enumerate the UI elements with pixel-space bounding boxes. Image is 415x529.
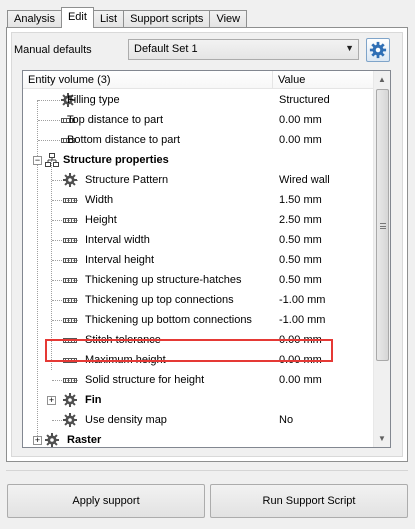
highlight-annotation-box <box>45 339 333 362</box>
expand-toggle[interactable]: + <box>47 396 56 405</box>
expand-toggle[interactable]: + <box>33 436 42 445</box>
structure-icon <box>45 153 59 167</box>
tab-edit[interactable]: Edit <box>60 7 94 28</box>
property-group-label: Fin <box>85 394 102 406</box>
property-label: Solid structure for height <box>85 374 205 386</box>
gear-icon <box>63 413 77 427</box>
property-row-thickening-structure-hatches[interactable]: Thickening up structure-hatches 0.50 mm <box>23 270 375 290</box>
separator <box>6 470 408 471</box>
property-value[interactable]: 0.00 mm <box>279 114 322 126</box>
gear-icon <box>369 41 387 59</box>
property-row-interval-height[interactable]: Interval height 0.50 mm <box>23 250 375 270</box>
property-row-height[interactable]: Height 2.50 mm <box>23 210 375 230</box>
property-value[interactable]: Wired wall <box>279 174 330 186</box>
tree-connector <box>38 120 60 121</box>
property-value[interactable]: 0.50 mm <box>279 234 322 246</box>
property-value[interactable]: -1.00 mm <box>279 314 325 326</box>
property-value[interactable]: No <box>279 414 293 426</box>
tab-support-scripts[interactable]: Support scripts <box>123 10 211 28</box>
property-value[interactable]: 0.00 mm <box>279 374 322 386</box>
tree-connector <box>38 100 60 101</box>
property-value[interactable]: 0.00 mm <box>279 134 322 146</box>
ruler-icon <box>63 198 77 203</box>
property-row-filling-type[interactable]: Filling type Structured <box>23 90 375 110</box>
scroll-down-icon[interactable]: ▼ <box>374 430 390 447</box>
property-value[interactable]: 2.50 mm <box>279 214 322 226</box>
property-group-label: Raster <box>67 434 102 446</box>
property-row-solid-structure-height[interactable]: Solid structure for height 0.00 mm <box>23 370 375 390</box>
property-group-raster[interactable]: + Raster <box>23 430 375 447</box>
ruler-icon <box>63 238 77 243</box>
property-label: Structure Pattern <box>85 174 169 186</box>
defaults-select-value: Default Set 1 <box>134 43 198 55</box>
property-row-structure-pattern[interactable]: Structure Pattern Wired wall <box>23 170 375 190</box>
tab-view[interactable]: View <box>209 10 248 28</box>
run-support-script-button[interactable]: Run Support Script <box>210 484 408 518</box>
manual-defaults-label: Manual defaults <box>14 44 92 56</box>
property-label: Width <box>85 194 114 206</box>
column-header-entity[interactable]: Entity volume (3) <box>23 71 273 88</box>
property-row-interval-width[interactable]: Interval width 0.50 mm <box>23 230 375 250</box>
ruler-icon <box>63 278 77 283</box>
defaults-select[interactable]: Default Set 1 ▼ <box>128 39 359 60</box>
grid-rows: Filling type Structured Top distance to … <box>23 90 375 447</box>
property-value[interactable]: Structured <box>279 94 330 106</box>
property-label: Top distance to part <box>67 114 164 126</box>
ruler-icon <box>63 218 77 223</box>
tab-analysis[interactable]: Analysis <box>7 10 62 28</box>
collapse-toggle[interactable]: − <box>33 156 42 165</box>
grip-icon <box>380 223 386 229</box>
property-value[interactable]: 1.50 mm <box>279 194 322 206</box>
apply-support-button[interactable]: Apply support <box>7 484 205 518</box>
tree-connector <box>52 420 62 421</box>
property-row-thickening-bottom-connections[interactable]: Thickening up bottom connections -1.00 m… <box>23 310 375 330</box>
property-label: Thickening up structure-hatches <box>85 274 242 286</box>
vertical-scrollbar[interactable]: ▲ ▼ <box>373 71 390 447</box>
property-grid: Entity volume (3) Value Filling type Str… <box>22 70 391 448</box>
property-row-width[interactable]: Width 1.50 mm <box>23 190 375 210</box>
ruler-icon <box>63 378 77 383</box>
property-label: Bottom distance to part <box>67 134 181 146</box>
property-group-fin[interactable]: + Fin <box>23 390 375 410</box>
tab-bar: Analysis Edit List Support scripts View <box>7 7 248 28</box>
gear-icon <box>63 393 77 407</box>
property-label: Interval height <box>85 254 155 266</box>
grid-header: Entity volume (3) Value <box>23 71 390 89</box>
chevron-down-icon: ▼ <box>345 43 354 53</box>
property-label: Filling type <box>67 94 120 106</box>
property-label: Thickening up top connections <box>85 294 234 306</box>
property-row-top-distance[interactable]: Top distance to part 0.00 mm <box>23 110 375 130</box>
ruler-icon <box>63 258 77 263</box>
property-row-thickening-top-connections[interactable]: Thickening up top connections -1.00 mm <box>23 290 375 310</box>
property-value[interactable]: 0.50 mm <box>279 274 322 286</box>
property-label: Height <box>85 214 117 226</box>
gear-icon <box>63 173 77 187</box>
property-label: Thickening up bottom connections <box>85 314 252 326</box>
tree-connector <box>38 140 60 141</box>
property-row-bottom-distance[interactable]: Bottom distance to part 0.00 mm <box>23 130 375 150</box>
property-group-label: Structure properties <box>63 154 169 166</box>
ruler-icon <box>63 298 77 303</box>
scrollbar-thumb[interactable] <box>376 89 389 361</box>
defaults-settings-button[interactable] <box>366 38 390 62</box>
property-label: Interval width <box>85 234 150 246</box>
property-group-structure-properties[interactable]: − Structure properties <box>23 150 375 170</box>
property-value[interactable]: -1.00 mm <box>279 294 325 306</box>
scroll-up-icon[interactable]: ▲ <box>374 71 390 88</box>
gear-icon <box>45 433 59 447</box>
property-label: Use density map <box>85 414 167 426</box>
ruler-icon <box>63 318 77 323</box>
tab-list[interactable]: List <box>92 10 125 28</box>
property-value[interactable]: 0.50 mm <box>279 254 322 266</box>
property-row-use-density-map[interactable]: Use density map No <box>23 410 375 430</box>
